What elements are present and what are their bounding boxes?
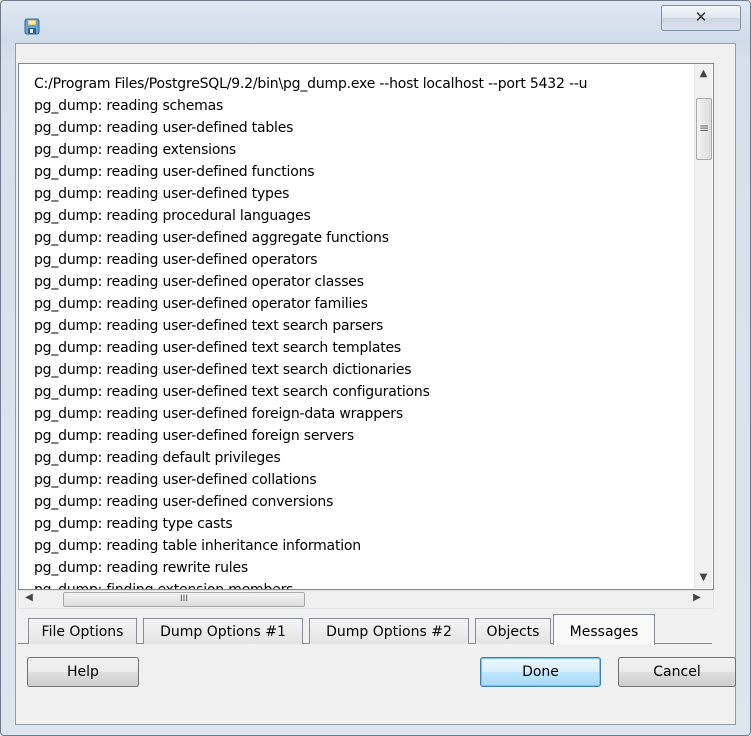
message-line: pg_dump: finding extension members <box>34 582 294 590</box>
cancel-button[interactable]: Cancel <box>618 657 736 687</box>
scroll-down-icon[interactable]: ▼ <box>695 572 712 583</box>
close-button[interactable]: ✕ <box>661 5 741 31</box>
horizontal-scrollbar[interactable]: ◀ III ▶ <box>18 590 714 609</box>
message-line: pg_dump: reading user-defined operators <box>34 252 318 268</box>
message-line: pg_dump: reading schemas <box>34 98 224 114</box>
tab-messages[interactable]: Messages <box>553 614 655 645</box>
message-line: pg_dump: reading user-defined functions <box>34 164 315 180</box>
message-line: pg_dump: reading user-defined foreign se… <box>34 428 354 444</box>
message-line: C:/Program Files/PostgreSQL/9.2/bin\pg_d… <box>34 76 588 92</box>
grip-icon: ≡ <box>698 121 710 135</box>
message-line: pg_dump: reading user-defined types <box>34 186 290 202</box>
messages-output[interactable]: C:/Program Files/PostgreSQL/9.2/bin\pg_d… <box>18 63 714 590</box>
message-line: pg_dump: reading user-defined text searc… <box>34 362 412 378</box>
message-line: pg_dump: reading user-defined aggregate … <box>34 230 389 246</box>
message-line: pg_dump: reading user-defined tables <box>34 120 294 136</box>
message-line: pg_dump: reading default privileges <box>34 450 281 466</box>
message-line: pg_dump: reading user-defined conversion… <box>34 494 334 510</box>
vertical-scroll-thumb[interactable]: ≡ <box>696 98 712 160</box>
tab-dump-options-2[interactable]: Dump Options #2 <box>309 618 469 644</box>
message-line: pg_dump: reading user-defined text searc… <box>34 318 384 334</box>
tab-file-options[interactable]: File Options <box>28 618 137 644</box>
help-button[interactable]: Help <box>27 657 139 687</box>
message-line: pg_dump: reading rewrite rules <box>34 560 248 576</box>
vertical-scrollbar[interactable]: ▲ ≡ ▼ <box>694 64 712 588</box>
messages-lines: C:/Program Files/PostgreSQL/9.2/bin\pg_d… <box>34 73 710 590</box>
message-line: pg_dump: reading user-defined text searc… <box>34 384 430 400</box>
message-line: pg_dump: reading user-defined foreign-da… <box>34 406 403 422</box>
horizontal-scroll-thumb[interactable]: III <box>63 592 305 607</box>
scroll-left-icon[interactable]: ◀ <box>23 592 35 603</box>
message-line: pg_dump: reading procedural languages <box>34 208 311 224</box>
tab-objects[interactable]: Objects <box>475 618 551 644</box>
message-line: pg_dump: reading user-defined operator f… <box>34 296 368 312</box>
message-line: pg_dump: reading user-defined text searc… <box>34 340 402 356</box>
done-button[interactable]: Done <box>480 657 601 687</box>
message-line: pg_dump: reading table inheritance infor… <box>34 538 361 554</box>
message-line: pg_dump: reading type casts <box>34 516 233 532</box>
title-bar[interactable]: ✕ <box>1 1 750 45</box>
scroll-right-icon[interactable]: ▶ <box>691 592 703 603</box>
database-save-icon <box>24 18 40 35</box>
message-line: pg_dump: reading extensions <box>34 142 236 158</box>
tab-dump-options-1[interactable]: Dump Options #1 <box>143 618 303 644</box>
scroll-up-icon[interactable]: ▲ <box>695 68 712 79</box>
message-line: pg_dump: reading user-defined collations <box>34 472 317 488</box>
message-line: pg_dump: reading user-defined operator c… <box>34 274 364 290</box>
